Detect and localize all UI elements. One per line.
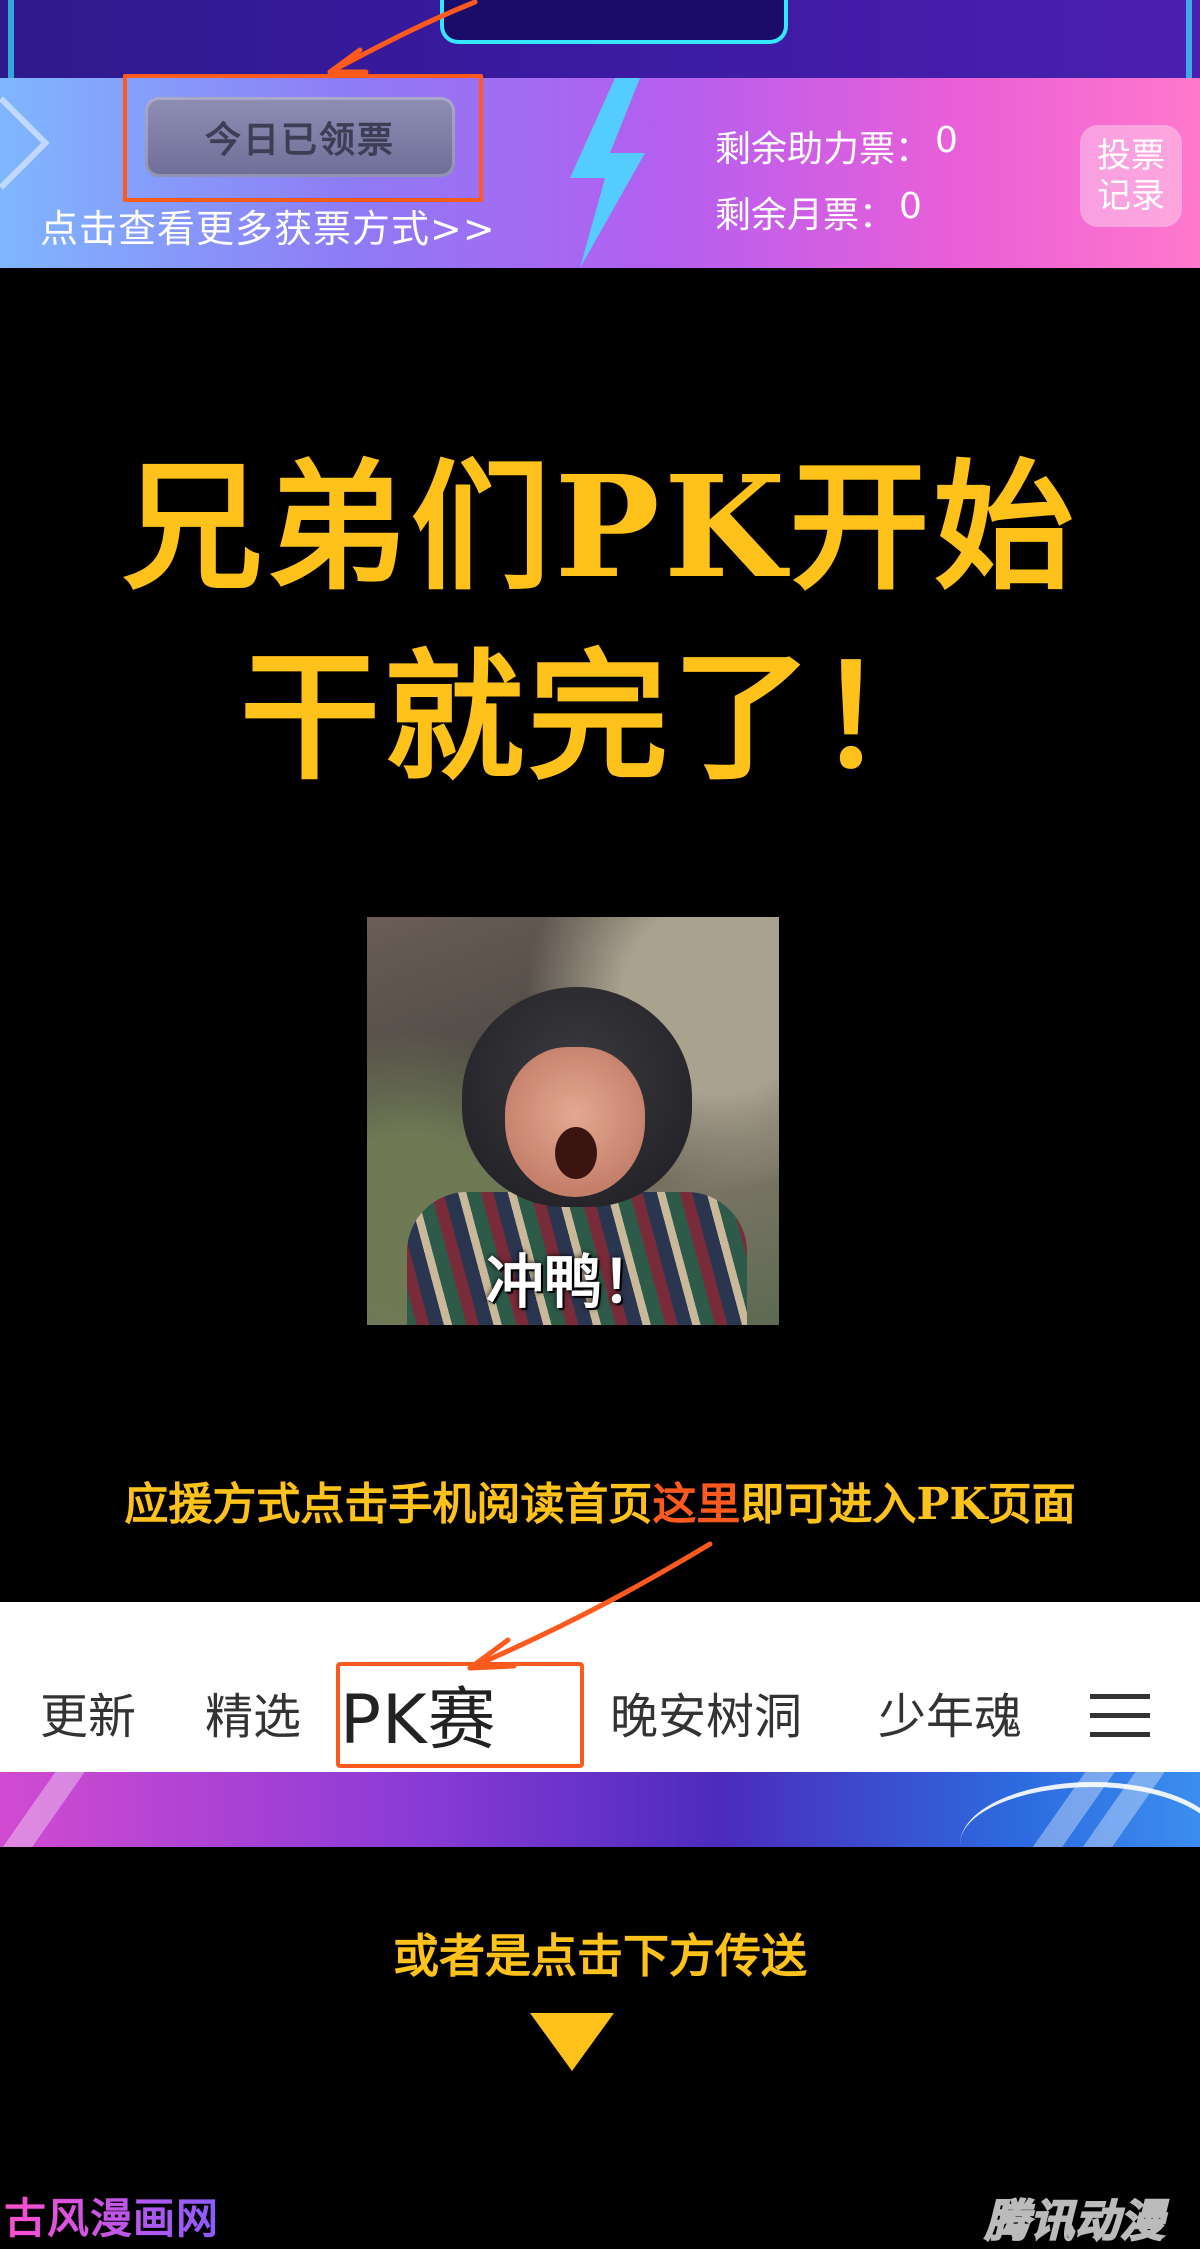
banner-frame [440,0,788,44]
headline-line2: 干就完了！ [239,636,960,800]
vote-record-button[interactable]: 投票 记录 [1080,125,1182,227]
frame-edge-right [1186,0,1192,78]
tab-featured[interactable]: 精选 [205,1677,301,1747]
more-ways-link[interactable]: 点击查看更多获票方式>> [40,198,496,253]
watermark-left: 古风漫画网 [4,2185,219,2246]
vote-record-line1: 投票 [1097,136,1165,176]
down-arrow-icon [530,2013,614,2071]
stripe-decor [0,1772,98,1847]
instruction-before: 应援方式点击手机阅读首页 [124,1479,653,1530]
watermark-right: 腾讯动漫 [984,2195,1165,2248]
frame-edge-left [8,0,14,78]
hamburger-menu-icon[interactable] [1090,1694,1150,1751]
wave-decor [960,1782,1200,1847]
assist-tickets-row: 剩余助力票： 0 [715,120,958,172]
tab-goodnight[interactable]: 晚安树洞 [610,1677,802,1747]
assist-tickets-label: 剩余助力票： [715,129,932,170]
vote-banner: 今日已领票 点击查看更多获票方式>> 剩余助力票： 0 剩余月票： 0 投票 记… [0,0,1200,268]
lightning-bolt-icon [570,78,645,268]
meme-mouth [555,1127,597,1179]
instruction-after: 即可进入PK页面 [740,1479,1076,1530]
assist-tickets-value: 0 [935,120,958,161]
monthly-tickets-row: 剩余月票： 0 [715,186,922,238]
claimed-highlight-box [123,74,483,202]
pointer-arrow-icon [327,0,478,75]
instruction-text: 应援方式点击手机阅读首页这里即可进入PK页面 [0,1468,1200,1532]
pointer-arrow-icon [467,1541,713,1671]
tab-updates[interactable]: 更新 [40,1677,136,1747]
meme-caption: 冲鸭！ [485,1248,660,1316]
headline-line1: 兄弟们PK开始 [122,446,1078,610]
promo-banner-strip [0,1772,1200,1847]
banner-top-strip [0,0,1200,78]
monthly-tickets-value: 0 [899,186,922,227]
chevron-right-icon [0,96,50,190]
instruction-highlight: 这里 [652,1479,741,1530]
meme-image: 冲鸭！ [367,917,779,1325]
vote-record-line2: 记录 [1097,176,1165,216]
tab-youth[interactable]: 少年魂 [878,1677,1022,1747]
monthly-tickets-label: 剩余月票： [715,195,896,236]
teleport-text: 或者是点击下方传送 [393,1929,807,1983]
